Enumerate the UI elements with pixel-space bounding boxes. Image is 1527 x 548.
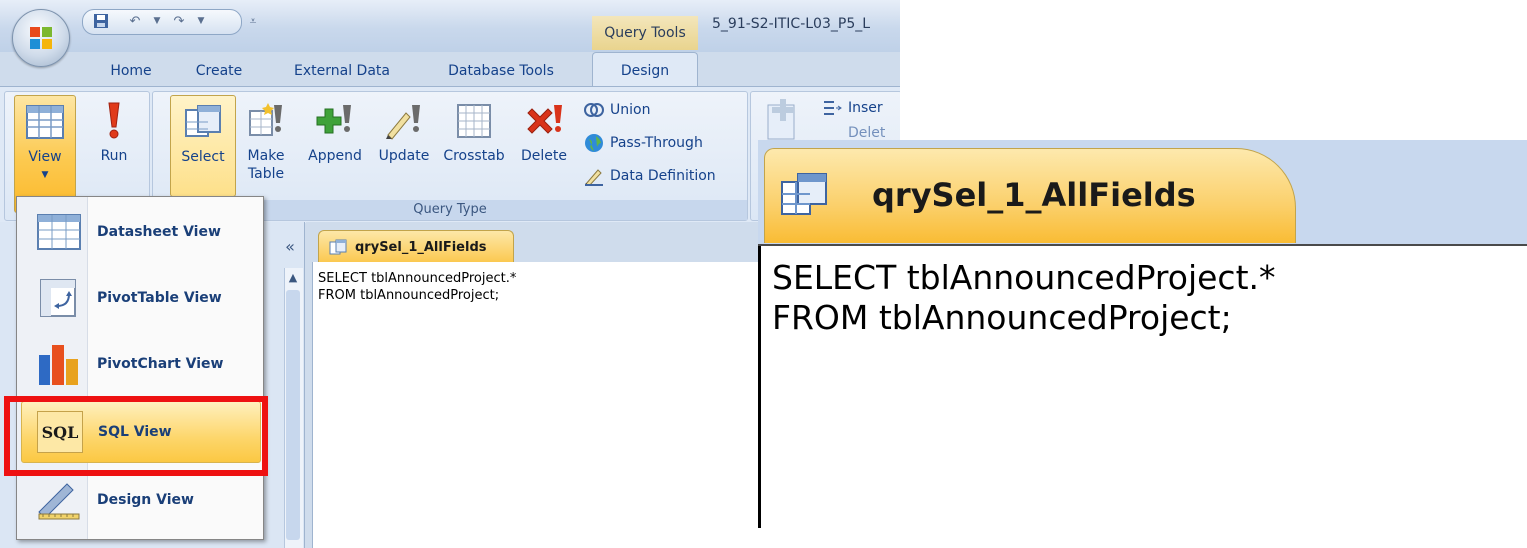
data-definition-label: Data Definition [610,168,716,184]
save-icon[interactable] [92,12,110,30]
union-label: Union [610,102,651,118]
undo-icon[interactable]: ↶ [126,12,144,30]
menu-item-label: Datasheet View [97,224,221,240]
menu-item-pivottable-view[interactable]: PivotTable View [21,267,259,329]
insert-rows-button[interactable]: Inser [822,93,883,123]
view-dropdown-arrow-icon: ▼ [41,170,49,180]
query-tools-context-tab: Query Tools [592,16,698,50]
menu-item-label: PivotChart View [97,356,224,372]
append-button[interactable]: Append [300,95,370,195]
sql-text[interactable]: SELECT tblAnnouncedProject.* FROM tblAnn… [318,270,516,304]
menu-item-label: PivotTable View [97,290,222,306]
view-button-label: View [28,149,62,165]
append-button-label: Append [308,148,362,164]
union-button[interactable]: Union [584,95,650,125]
select-button-label: Select [181,149,225,165]
select-button[interactable]: Select [170,95,236,197]
delete-button[interactable]: Delete [514,95,574,195]
make-table-label-1: Make [247,148,285,164]
run-button[interactable]: Run [84,95,144,195]
pass-through-label: Pass-Through [610,135,703,151]
run-button-label: Run [100,148,128,164]
office-button[interactable] [12,9,70,67]
view-datasheet-icon [26,105,64,139]
tab-create[interactable]: Create [184,56,254,86]
view-dropdown-menu: Datasheet View PivotTable View PivotChar… [16,196,264,540]
crosstab-icon [457,104,491,138]
zoomed-tab-label: qrySel_1_AllFields [872,176,1196,214]
datasheet-icon [35,210,83,254]
customize-qat-icon[interactable]: ⩡ [244,12,262,30]
data-definition-button[interactable]: Data Definition [584,161,716,191]
delete-rows-label: Delet [848,125,886,141]
update-button-label: Update [378,148,430,164]
make-table-icon [249,103,282,136]
zoomed-tab-divider [758,244,1527,246]
document-tab-label: qrySel_1_AllFields [355,239,487,255]
crosstab-button-label: Crosstab [443,148,505,164]
tab-external-data[interactable]: External Data [280,56,404,86]
make-table-label-2: Table [247,166,285,182]
redo-dropdown-icon[interactable]: ▼ [192,12,210,30]
scroll-up-arrow-icon[interactable]: ▲ [284,268,302,286]
insert-rows-icon [824,101,842,115]
window-title: 5_91-S2-ITIC-L03_P5_L [712,16,871,32]
nav-collapse-button[interactable]: « [280,234,300,258]
zoomed-sql-text: SELECT tblAnnouncedProject.* FROM tblAnn… [772,258,1276,337]
scroll-thumb[interactable] [286,290,300,540]
pivottable-icon [35,276,83,320]
run-exclamation-icon [108,102,120,139]
menu-item-label: Design View [97,492,194,508]
delete-button-label: Delete [521,148,567,164]
make-table-button[interactable]: Make Table [236,95,296,195]
query-tab-icon [329,239,347,255]
tab-database-tools[interactable]: Database Tools [430,56,572,86]
pass-through-button[interactable]: Pass-Through [584,128,703,158]
select-query-icon [185,105,221,137]
menu-item-datasheet-view[interactable]: Datasheet View [21,201,259,263]
zoomed-query-icon [781,173,827,215]
update-button[interactable]: Update [372,95,436,195]
globe-icon [585,134,603,152]
delete-x-icon [527,105,562,134]
data-definition-icon [585,169,603,186]
union-icon [584,103,604,117]
pivotchart-icon [35,342,83,386]
redo-icon[interactable]: ↷ [170,12,188,30]
update-pencil-icon [386,105,420,140]
menu-item-pivotchart-view[interactable]: PivotChart View [21,333,259,395]
append-icon [316,105,351,134]
menu-item-design-view[interactable]: Design View [21,469,259,531]
office-logo-icon [30,27,52,49]
sql-view-highlight-box [4,396,268,476]
document-tab-qrysel[interactable]: qrySel_1_AllFields [318,230,514,263]
insert-rows-label: Inser [848,100,883,116]
design-icon [35,478,83,522]
delete-rows-button[interactable]: Delet [822,125,885,141]
tab-design[interactable]: Design [592,52,698,89]
undo-dropdown-icon[interactable]: ▼ [148,12,166,30]
crosstab-button[interactable]: Crosstab [438,95,510,195]
tab-home[interactable]: Home [96,56,166,86]
